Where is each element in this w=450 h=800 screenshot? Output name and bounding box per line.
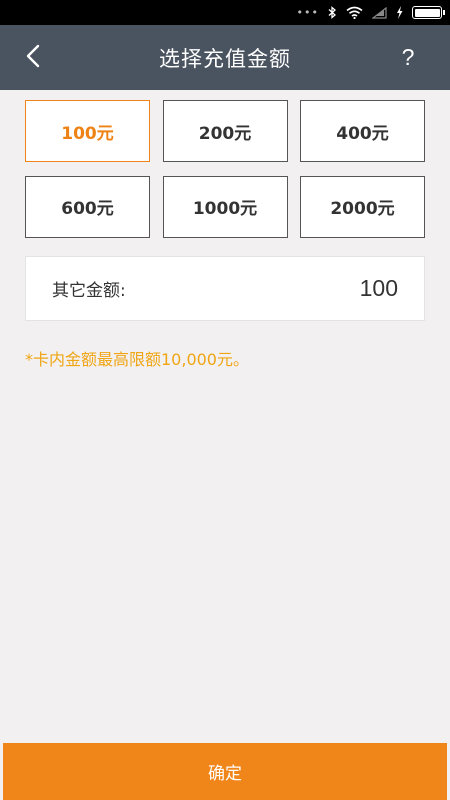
amount-option-100[interactable]: 100元 bbox=[25, 100, 150, 162]
amount-option-200[interactable]: 200元 bbox=[162, 100, 288, 162]
status-bar: ••• bbox=[0, 0, 450, 25]
confirm-button[interactable]: 确定 bbox=[3, 743, 447, 800]
more-dots-icon: ••• bbox=[296, 6, 319, 19]
title-bar: 选择充值金额 ? bbox=[0, 25, 450, 90]
other-amount-label: 其它金额: bbox=[52, 281, 126, 301]
wifi-icon bbox=[346, 6, 363, 19]
amount-option-2000[interactable]: 2000元 bbox=[300, 175, 425, 238]
page-title: 选择充值金额 bbox=[159, 46, 291, 71]
amount-option-1000[interactable]: 1000元 bbox=[162, 175, 288, 238]
limit-note: *卡内金额最高限额10,000元。 bbox=[25, 350, 249, 369]
charging-icon bbox=[396, 6, 403, 19]
bluetooth-icon bbox=[328, 6, 337, 19]
other-amount-input[interactable] bbox=[248, 275, 398, 302]
chevron-left-icon bbox=[26, 44, 40, 72]
help-button[interactable]: ? bbox=[396, 25, 420, 90]
amount-option-400[interactable]: 400元 bbox=[300, 100, 425, 162]
amount-option-600[interactable]: 600元 bbox=[25, 175, 150, 238]
amount-grid: 100元 200元 400元 600元 1000元 2000元 bbox=[25, 100, 425, 238]
other-amount-row: 其它金额: bbox=[25, 256, 425, 321]
signal-icon bbox=[372, 6, 387, 19]
back-button[interactable] bbox=[26, 25, 66, 90]
battery-icon bbox=[412, 6, 445, 19]
